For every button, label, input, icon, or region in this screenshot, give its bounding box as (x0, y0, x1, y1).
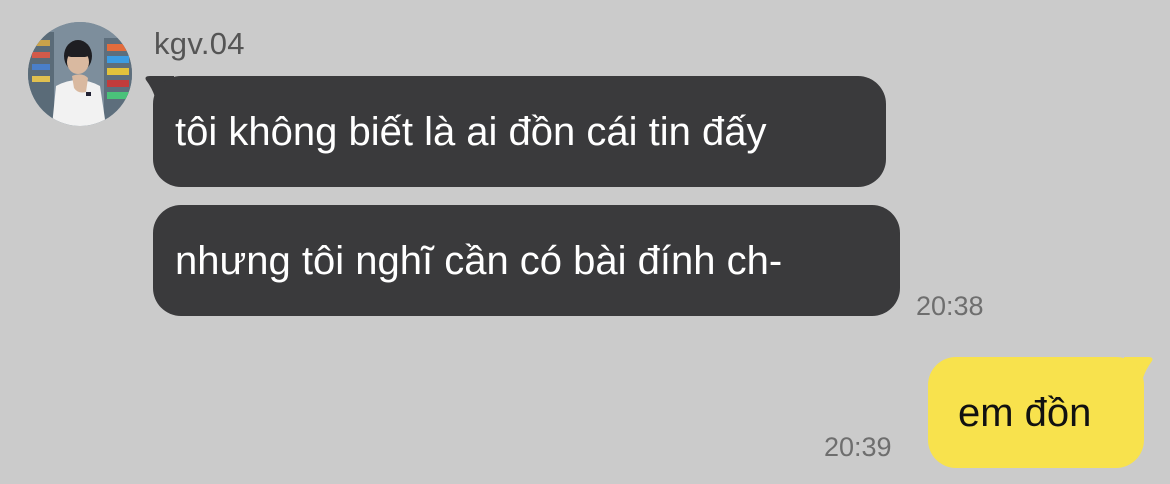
avatar-photo (28, 22, 132, 126)
message-timestamp: 20:38 (916, 291, 984, 321)
message-bubble-incoming[interactable]: nhưng tôi nghĩ cần có bài đính ch- (153, 205, 900, 316)
message-timestamp: 20:39 (824, 432, 892, 462)
message-text: nhưng tôi nghĩ cần có bài đính ch- (175, 239, 783, 283)
avatar[interactable] (28, 22, 132, 126)
message-text: tôi không biết là ai đồn cái tin đấy (175, 110, 767, 154)
message-bubble-outgoing[interactable]: em đồn (928, 357, 1144, 468)
message-bubble-incoming[interactable]: tôi không biết là ai đồn cái tin đấy (153, 76, 886, 187)
sender-name: kgv.04 (154, 26, 245, 61)
message-text: em đồn (958, 391, 1092, 435)
